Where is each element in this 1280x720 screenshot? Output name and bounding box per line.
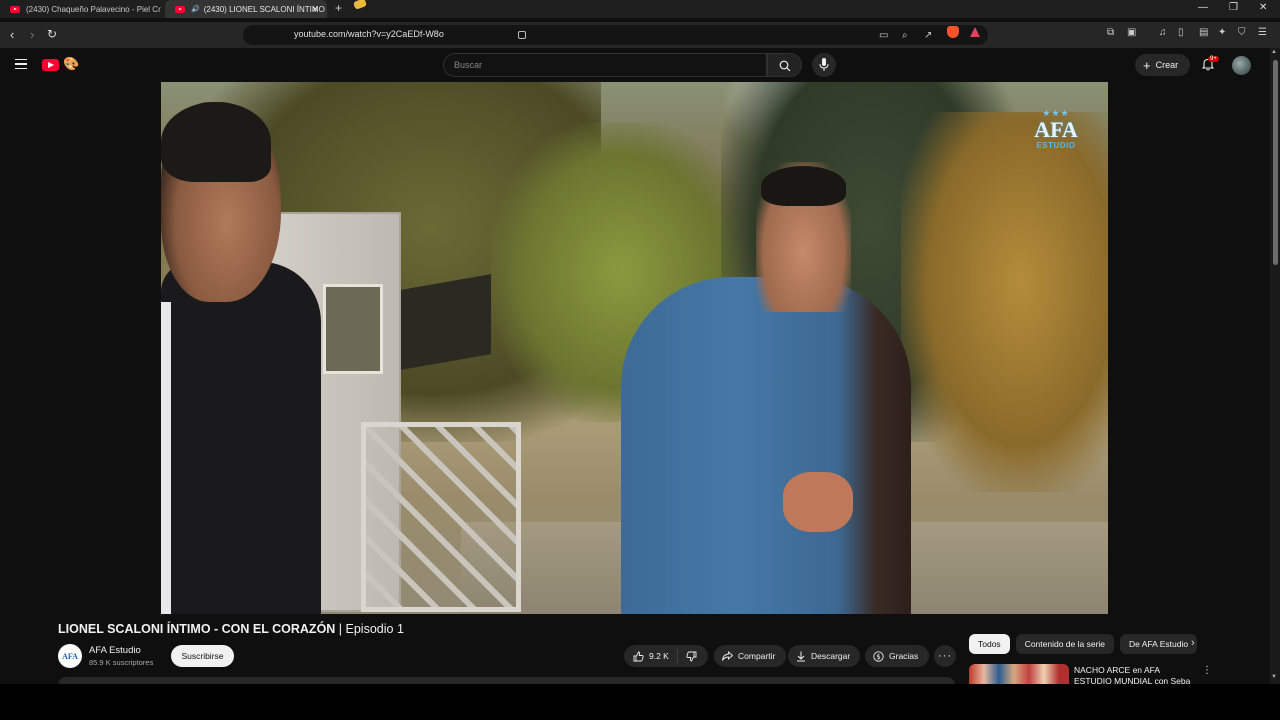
more-horizontal-icon: ··· bbox=[938, 650, 952, 662]
thumbs-up-icon bbox=[633, 651, 644, 661]
cast-icon[interactable]: ▭ bbox=[879, 30, 888, 41]
scroll-up-icon[interactable]: ▲ bbox=[1271, 49, 1277, 55]
plus-icon: + bbox=[1143, 57, 1151, 73]
reload-icon[interactable]: ↻ bbox=[47, 27, 57, 41]
screenshot-icon[interactable]: ▣ bbox=[1127, 27, 1136, 38]
chip-contenido-serie[interactable]: Contenido de la serie bbox=[1015, 634, 1115, 654]
search-input[interactable] bbox=[454, 60, 744, 70]
download-icon bbox=[797, 651, 805, 661]
extension-emoji-icon[interactable] bbox=[352, 0, 368, 10]
user-avatar[interactable] bbox=[1232, 56, 1251, 75]
address-bar[interactable]: youtube.com/watch?v=y2CaEDf-W8o ▭ ⌕ ↗ bbox=[243, 25, 988, 45]
close-window-icon[interactable]: ✕ bbox=[1259, 2, 1267, 13]
more-actions-button[interactable]: ··· bbox=[934, 645, 956, 667]
vpn-icon[interactable]: ⛉ bbox=[1238, 27, 1246, 38]
youtube-logo[interactable] bbox=[42, 59, 59, 71]
youtube-header: 🎨 + Crear 9+ bbox=[0, 48, 1270, 82]
thanks-dollar-icon: $ bbox=[873, 650, 884, 662]
back-icon[interactable]: ‹ bbox=[10, 27, 14, 42]
search-icon bbox=[779, 60, 791, 72]
youtube-doodle-icon[interactable]: 🎨 bbox=[63, 56, 79, 72]
zoom-icon[interactable]: ⌕ bbox=[902, 30, 908, 41]
microphone-icon bbox=[819, 58, 829, 71]
like-count: 9.2 K bbox=[649, 651, 669, 661]
brave-shields-icon[interactable] bbox=[947, 26, 959, 38]
wallet-icon[interactable]: ▤ bbox=[1199, 27, 1208, 38]
channel-name[interactable]: AFA Estudio bbox=[89, 645, 141, 656]
speaker-icon[interactable]: 🔊 bbox=[191, 5, 200, 13]
create-button[interactable]: + Crear bbox=[1135, 54, 1190, 76]
new-tab-icon[interactable]: + bbox=[335, 1, 342, 15]
tab-title: (2430) Chaqueño Palavecino - Piel Cr bbox=[26, 4, 161, 14]
afa-watermark-title: AFA bbox=[1034, 117, 1078, 142]
afa-estudio-watermark: ★★★ AFA ESTUDIO bbox=[1029, 108, 1083, 174]
sidebar-icon[interactable]: ▯ bbox=[1178, 27, 1184, 38]
download-label: Descargar bbox=[811, 651, 851, 661]
like-dislike-group: 9.2 K bbox=[624, 645, 708, 667]
create-label: Crear bbox=[1155, 60, 1179, 70]
chip-todos[interactable]: Todos bbox=[969, 634, 1010, 654]
browser-tab-2[interactable]: 🔊 (2430) LIONEL SCALONI ÍNTIMO ✕ bbox=[165, 0, 327, 18]
share-label: Compartir bbox=[738, 651, 776, 661]
video-title: LIONEL SCALONI ÍNTIMO - CON EL CORAZÓN |… bbox=[58, 622, 404, 636]
video-title-main: LIONEL SCALONI ÍNTIMO - CON EL CORAZÓN bbox=[58, 622, 336, 636]
channel-avatar[interactable]: AFA bbox=[58, 644, 82, 668]
video-frame-gate bbox=[361, 422, 521, 612]
scroll-down-icon[interactable]: ▼ bbox=[1271, 674, 1277, 680]
leo-ai-icon[interactable]: ✦ bbox=[1218, 27, 1226, 38]
video-frame-roof bbox=[401, 274, 491, 370]
channel-avatar-text: AFA bbox=[62, 651, 78, 661]
browser-tab-bar: (2430) Chaqueño Palavecino - Piel Cr 🔊 (… bbox=[0, 0, 1280, 18]
search-box bbox=[443, 53, 767, 77]
chevron-right-icon[interactable]: › bbox=[1191, 637, 1195, 649]
thanks-button[interactable]: $ Gracias bbox=[865, 645, 929, 667]
download-button[interactable]: Descargar bbox=[788, 645, 860, 667]
thanks-label: Gracias bbox=[889, 651, 919, 661]
url-text: youtube.com/watch?v=y2CaEDf-W8o bbox=[294, 29, 444, 39]
video-frame-person-left bbox=[161, 102, 321, 614]
hamburger-menu-icon[interactable] bbox=[15, 59, 27, 69]
scrollbar-thumb[interactable] bbox=[1273, 60, 1278, 265]
more-vertical-icon[interactable]: ⋮ bbox=[1202, 665, 1212, 676]
close-tab-icon[interactable]: ✕ bbox=[311, 4, 319, 15]
afa-watermark-subtitle: ESTUDIO bbox=[1036, 141, 1076, 150]
share-button[interactable]: Compartir bbox=[714, 645, 786, 667]
dislike-button[interactable] bbox=[678, 651, 697, 662]
svg-text:$: $ bbox=[876, 653, 880, 661]
subscribe-button[interactable]: Suscribirse bbox=[171, 645, 234, 667]
taskbar-area bbox=[0, 684, 1280, 720]
chip-de-afa-estudio[interactable]: De AFA Estudio bbox=[1120, 634, 1198, 654]
site-settings-icon[interactable] bbox=[518, 31, 526, 39]
extensions-icon[interactable]: ⧉ bbox=[1107, 27, 1114, 38]
media-icon[interactable]: ♫ bbox=[1159, 27, 1167, 38]
search-button[interactable] bbox=[767, 53, 802, 77]
browser-tab-1[interactable]: (2430) Chaqueño Palavecino - Piel Cr bbox=[0, 0, 163, 18]
menu-icon[interactable]: ☰ bbox=[1258, 27, 1267, 38]
youtube-favicon-icon bbox=[10, 5, 20, 13]
share-page-icon[interactable]: ↗ bbox=[924, 30, 932, 41]
forward-icon[interactable]: › bbox=[30, 27, 34, 42]
like-button[interactable]: 9.2 K bbox=[624, 649, 678, 663]
notification-badge: 9+ bbox=[1208, 56, 1219, 62]
tab-title: (2430) LIONEL SCALONI ÍNTIMO bbox=[203, 4, 325, 14]
thumbs-down-icon bbox=[686, 651, 697, 661]
video-frame-person-right bbox=[621, 162, 921, 614]
brave-rewards-icon[interactable] bbox=[970, 27, 980, 37]
subscriber-count: 85.9 K suscriptores bbox=[89, 658, 154, 667]
restore-icon[interactable]: ❐ bbox=[1229, 2, 1238, 13]
video-player[interactable]: ★★★ AFA ESTUDIO bbox=[161, 82, 1108, 614]
share-icon bbox=[722, 651, 733, 661]
page-scrollbar[interactable] bbox=[1270, 48, 1280, 684]
minimize-icon[interactable]: — bbox=[1198, 2, 1208, 13]
voice-search-button[interactable] bbox=[812, 53, 836, 77]
youtube-favicon-icon bbox=[175, 5, 185, 13]
related-filter-chips: Todos Contenido de la serie De AFA Estud… bbox=[969, 634, 1198, 654]
video-title-episode: | Episodio 1 bbox=[335, 622, 404, 636]
browser-toolbar: ‹ › ↻ 🔖 youtube.com/watch?v=y2CaEDf-W8o … bbox=[0, 22, 1280, 48]
